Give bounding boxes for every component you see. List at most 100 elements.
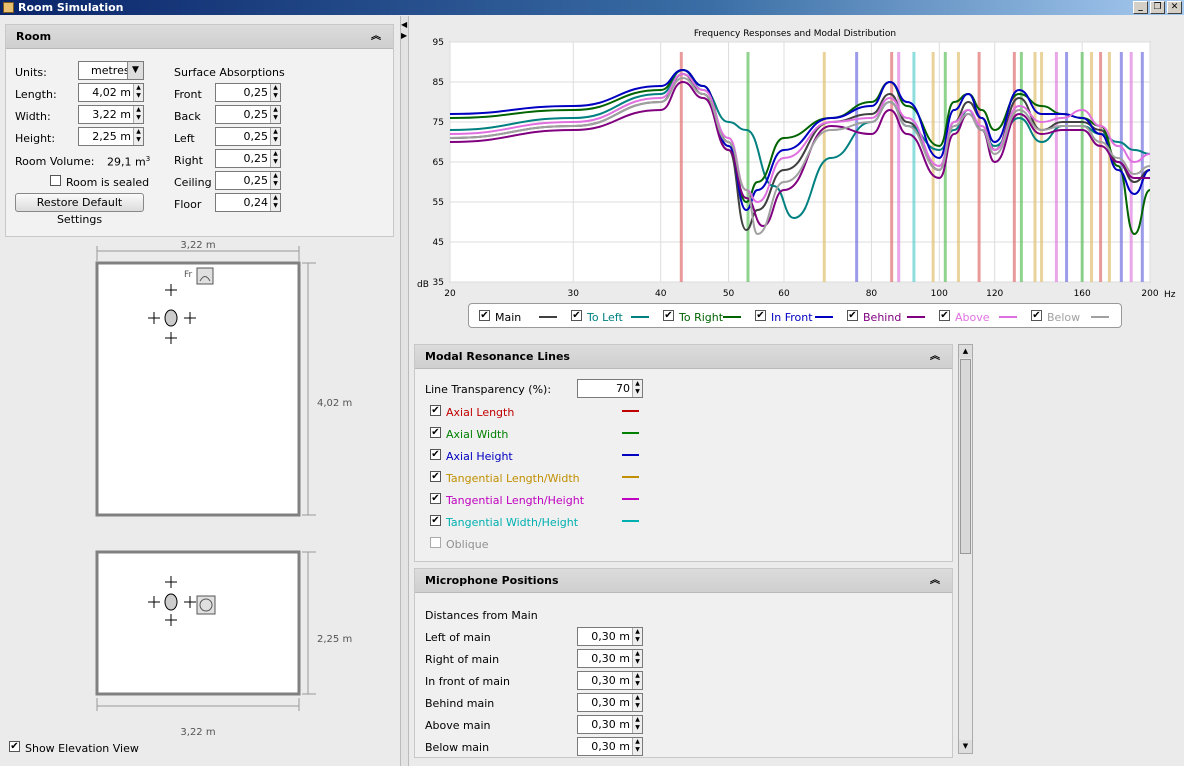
modal-line-checkbox[interactable]: ✔ (430, 427, 441, 438)
close-icon[interactable]: ✕ (1167, 1, 1182, 14)
mic-distance-value: 0,30 m (591, 674, 630, 687)
chart-legend: ✔ Main ✔ To Left ✔ To Right ✔ In Front ✔ Behind ✔ A… (468, 303, 1122, 328)
surface-title: Surface Absorptions (174, 66, 285, 79)
elevation-speaker-icon[interactable] (196, 595, 216, 615)
modal-line-checkbox[interactable]: ✔ (430, 471, 441, 482)
surface-field[interactable]: 0,25 ▲ ▼ (215, 105, 281, 124)
minimize-icon[interactable]: _ (1133, 1, 1148, 14)
surface-value: 0,25 (243, 86, 269, 99)
modal-line-checkbox[interactable]: ✔ (430, 493, 441, 504)
splitter-left-arrow-icon[interactable]: ◀ (401, 20, 407, 29)
scroll-thumb[interactable] (960, 359, 971, 554)
modal-line-checkbox[interactable] (430, 537, 441, 548)
show-elevation-checkbox[interactable]: ✔ (9, 741, 20, 752)
modal-line-label: Axial Length (446, 406, 515, 419)
x-tick-label: 50 (723, 289, 735, 299)
mic-distance-field[interactable]: 0,30 m ▲ ▼ (577, 671, 643, 690)
spinner-arrows-icon[interactable]: ▲ ▼ (632, 716, 642, 733)
surface-value: 0,25 (243, 152, 269, 165)
transparency-field[interactable]: 70 ▲ ▼ (577, 379, 643, 398)
spinner-arrows-icon[interactable]: ▲ ▼ (133, 128, 143, 145)
spinner-arrows-icon[interactable]: ▲ ▼ (133, 106, 143, 123)
mic-distance-value: 0,30 m (591, 696, 630, 709)
surface-field[interactable]: 0,24 ▲ ▼ (215, 193, 281, 212)
modal-resonance-line (1090, 52, 1094, 282)
speaker-icon[interactable] (196, 267, 214, 285)
modal-line-swatch (622, 498, 639, 500)
modal-panel-header[interactable]: Modal Resonance Lines ︽ (415, 345, 952, 369)
restore-default-button[interactable]: Restore Default Settings (15, 193, 144, 226)
room-plan-view: 3,22 m 4,02 m 2,25 m 3,22 m Fr (95, 240, 352, 738)
legend-checkbox[interactable]: ✔ (571, 310, 582, 321)
spinner-arrows-icon[interactable]: ▲ ▼ (632, 380, 642, 397)
modal-line-checkbox[interactable]: ✔ (430, 515, 441, 526)
surface-field[interactable]: 0,25 ▲ ▼ (215, 83, 281, 102)
width-label: Width: (15, 110, 51, 123)
surface-field[interactable]: 0,25 ▲ ▼ (215, 171, 281, 190)
spinner-arrows-icon[interactable]: ▲ ▼ (632, 672, 642, 689)
spinner-arrows-icon[interactable]: ▲ ▼ (270, 128, 280, 145)
modal-resonance-line (1107, 52, 1111, 282)
modal-line-label: Tangential Width/Height (446, 516, 579, 529)
spinner-arrows-icon[interactable]: ▲ ▼ (270, 106, 280, 123)
scroll-up-icon[interactable]: ▲ (959, 345, 972, 358)
scroll-down-icon[interactable]: ▼ (959, 740, 972, 753)
spinner-arrows-icon[interactable]: ▲ ▼ (270, 150, 280, 167)
mic-panel: Microphone Positions ︽ Distances from Ma… (414, 568, 953, 758)
spinner-arrows-icon[interactable]: ▲ ▼ (133, 84, 143, 101)
legend-checkbox[interactable]: ✔ (663, 310, 674, 321)
mic-row-label: Right of main (425, 653, 500, 666)
surface-label: Left (174, 132, 195, 145)
restore-icon[interactable]: ❐ (1150, 1, 1165, 14)
volume-number: 29,1 m (107, 155, 146, 169)
units-select[interactable]: metres ▼ (78, 61, 144, 80)
modal-resonance-line (1019, 52, 1023, 282)
spinner-arrows-icon[interactable]: ▲ ▼ (270, 84, 280, 101)
mic-row-label: Above main (425, 719, 491, 732)
spinner-arrows-icon[interactable]: ▲ ▼ (270, 194, 280, 211)
collapse-icon[interactable]: ︽ (371, 25, 381, 49)
mic-distance-field[interactable]: 0,30 m ▲ ▼ (577, 715, 643, 734)
modal-line-label: Axial Width (446, 428, 509, 441)
modal-resonance-line (956, 52, 960, 282)
modal-line-label: Oblique (446, 538, 489, 551)
legend-swatch (815, 316, 833, 318)
width-field[interactable]: 3,22 m ▲ ▼ (78, 105, 144, 124)
splitter-right-arrow-icon[interactable]: ▶ (401, 31, 407, 40)
modal-resonance-line (1054, 52, 1058, 282)
height-field[interactable]: 2,25 m ▲ ▼ (78, 127, 144, 146)
legend-checkbox[interactable]: ✔ (479, 310, 490, 321)
spinner-arrows-icon[interactable]: ▲ ▼ (632, 650, 642, 667)
modal-line-checkbox[interactable]: ✔ (430, 449, 441, 460)
spinner-arrows-icon[interactable]: ▲ ▼ (270, 172, 280, 189)
app-icon (3, 2, 14, 13)
mic-row-label: Below main (425, 741, 490, 754)
mic-distance-field[interactable]: 0,30 m ▲ ▼ (577, 693, 643, 712)
surface-field[interactable]: 0,25 ▲ ▼ (215, 127, 281, 146)
spinner-arrows-icon[interactable]: ▲ ▼ (632, 738, 642, 755)
length-field[interactable]: 4,02 m ▲ ▼ (78, 83, 144, 102)
legend-checkbox[interactable]: ✔ (939, 310, 950, 321)
mic-distance-field[interactable]: 0,30 m ▲ ▼ (577, 737, 643, 756)
spinner-arrows-icon[interactable]: ▲ ▼ (632, 628, 642, 645)
triangle-down-icon[interactable]: ▼ (127, 62, 143, 79)
surface-value: 0,25 (243, 108, 269, 121)
legend-checkbox[interactable]: ✔ (847, 310, 858, 321)
legend-checkbox[interactable]: ✔ (755, 310, 766, 321)
mic-panel-header[interactable]: Microphone Positions ︽ (415, 569, 952, 593)
legend-checkbox[interactable]: ✔ (1031, 310, 1042, 321)
surface-field[interactable]: 0,25 ▲ ▼ (215, 149, 281, 168)
splitter[interactable]: ◀ ▶ (400, 16, 409, 766)
mic-distance-field[interactable]: 0,30 m ▲ ▼ (577, 627, 643, 646)
mic-distance-field[interactable]: 0,30 m ▲ ▼ (577, 649, 643, 668)
collapse-icon[interactable]: ︽ (930, 345, 940, 369)
surface-value: 0,25 (243, 174, 269, 187)
collapse-icon[interactable]: ︽ (930, 569, 940, 593)
modal-line-checkbox[interactable]: ✔ (430, 405, 441, 416)
spinner-arrows-icon[interactable]: ▲ ▼ (632, 694, 642, 711)
room-sealed-checkbox[interactable] (50, 175, 61, 186)
surface-value: 0,25 (243, 130, 269, 143)
room-panel-header[interactable]: Room ︽ (6, 25, 393, 49)
modal-line-swatch (622, 476, 639, 478)
right-scrollbar[interactable]: ▲ ▼ (958, 344, 973, 754)
